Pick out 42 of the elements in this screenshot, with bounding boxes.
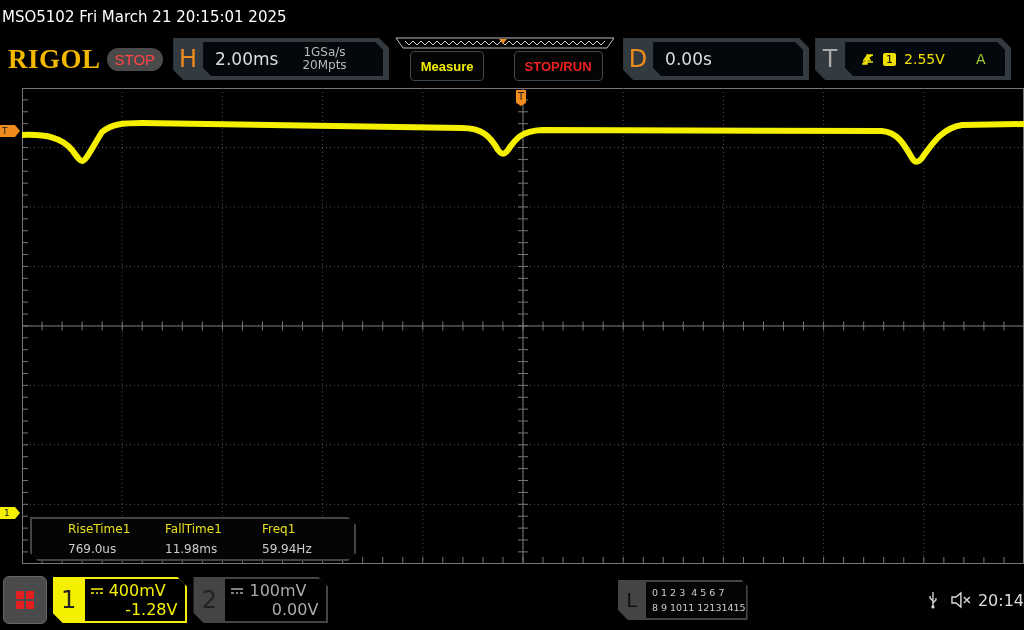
clock: 20:14: [977, 590, 1024, 610]
channel-box[interactable]: 1 400mV -1.28V: [52, 577, 188, 623]
trigger-panel[interactable]: T 1 2.55V A: [815, 38, 1012, 80]
channel-offset: -1.28V: [124, 600, 178, 619]
logo: RIGOL: [8, 43, 101, 75]
measurement-value: 769.0us: [68, 542, 118, 556]
channel-scale: 100mV: [249, 581, 307, 600]
channel-scale: 400mV: [108, 581, 166, 600]
sample-rate: 1GSa/s: [303, 46, 346, 59]
trigger-mode: A: [976, 51, 986, 67]
channel-marker[interactable]: 1: [0, 507, 20, 519]
dc-coupling-icon: [90, 587, 103, 594]
memory-depth: 20Mpts: [302, 59, 347, 72]
dc-coupling-icon: [231, 587, 244, 594]
status-line: MSO5102 Fri March 21 20:15:01 2025: [1, 7, 288, 28]
menu-button[interactable]: [3, 576, 47, 624]
panel-label: D: [627, 45, 649, 73]
measurement-name: RiseTime1: [68, 522, 132, 536]
speaker-muted-icon: [950, 591, 972, 609]
panel-label: H: [178, 45, 199, 73]
logic-channel-numbers: 0 1 2 3 4 5 6 7: [651, 586, 726, 600]
usb-icon: [928, 591, 939, 609]
logic-channel-numbers: 8 9 1011 12131415: [651, 601, 746, 615]
measurement-value: 11.98ms: [165, 542, 219, 556]
soft-button[interactable]: Measure: [409, 51, 485, 81]
measurement-name: FallTime1: [165, 522, 223, 536]
delay-value: 0.00s: [665, 49, 712, 69]
rising-edge-icon: [861, 52, 876, 66]
channel-offset: 0.00V: [270, 600, 319, 619]
channel-number: 1: [60, 586, 78, 614]
trigger-level-marker[interactable]: T: [0, 125, 20, 137]
delay-panel[interactable]: D 0.00s: [623, 38, 810, 80]
measurement-name: Freq1: [262, 522, 297, 536]
horizontal-panel[interactable]: H 2.00ms 1GSa/s 20Mpts: [173, 38, 390, 80]
measurement-value: 59.94Hz: [262, 542, 313, 556]
soft-button[interactable]: STOP/RUN: [513, 51, 603, 81]
panel-label: T: [821, 45, 839, 73]
grid-icon: [14, 590, 35, 610]
timebase-value: 2.00ms: [215, 49, 279, 69]
source-badge: 1: [883, 52, 897, 66]
trigger-position-marker[interactable]: T: [516, 90, 527, 106]
trigger-level-value: 2.55V: [904, 51, 946, 67]
